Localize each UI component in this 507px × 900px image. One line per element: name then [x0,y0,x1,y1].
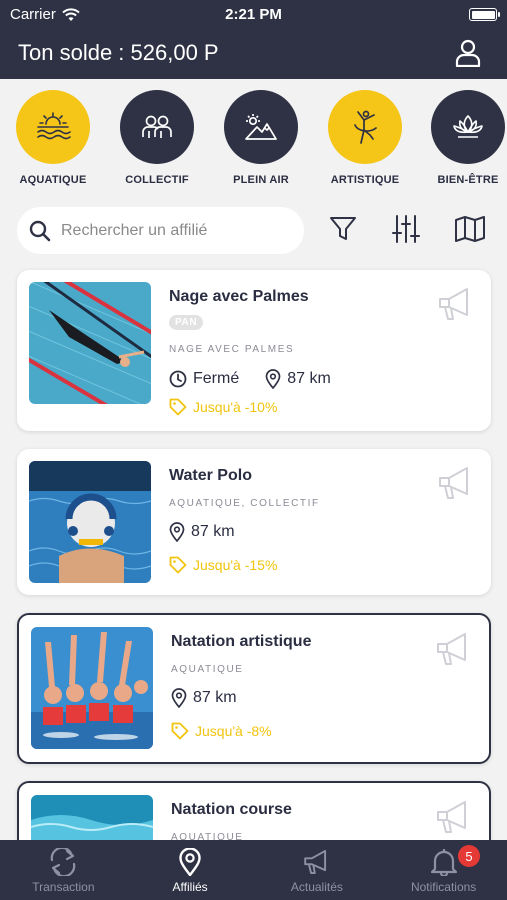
card-meta: Fermé 87 km [169,369,351,389]
card-image-water-polo [29,461,151,583]
transfer-arrows-icon [51,848,76,876]
card-category: AQUATIQUE [171,664,244,675]
profile-icon[interactable] [455,39,481,67]
megaphone-icon [304,849,326,875]
filter-icon [330,217,356,240]
card-distance: 87 km [265,369,331,389]
tag-icon [169,556,187,574]
megaphone-icon[interactable] [437,464,475,502]
card-distance: 87 km [171,688,237,708]
tab-label: Notifications [410,880,477,894]
location-pin-icon [171,688,187,708]
status-bar: Carrier 2:21 PM [0,0,507,30]
top-header: Carrier 2:21 PM Ton solde : 526,00 P [0,0,507,79]
card-promo: Jusqu'à -10% [169,398,277,416]
promo-text: Jusqu'à -15% [193,557,278,573]
category-label: PLEIN AIR [233,174,289,186]
search-input[interactable] [61,221,281,240]
category-artistique[interactable]: ARTISTIQUE [320,90,410,186]
notification-count-badge: 5 [458,845,480,867]
tab-actualites[interactable]: Actualités [254,840,381,900]
tab-affilies[interactable]: Affiliés [127,840,254,900]
tab-label: Affiliés [172,880,208,894]
sliders-button[interactable] [390,213,422,245]
tag-icon [171,722,189,740]
battery-icon [469,8,500,21]
card-title: Natation artistique [171,633,312,650]
card-distance: 87 km [169,522,235,542]
balance-title: Ton solde : 526,00 P [18,40,219,65]
affiliate-card[interactable]: Water Polo AQUATIQUE, COLLECTIF 87 km Ju… [17,449,491,595]
search-icon [29,220,51,241]
card-category: NAGE AVEC PALMES [169,344,295,355]
card-badge: PAN [169,315,204,330]
category-bien-etre[interactable]: BIEN-ÊTRE [423,90,507,186]
map-pin-icon [179,848,201,876]
tab-transaction[interactable]: Transaction [0,840,127,900]
card-hours: Fermé [169,370,239,388]
megaphone-icon[interactable] [435,630,473,668]
location-pin-icon [265,369,281,389]
category-plein-air[interactable]: PLEIN AIR [216,90,306,186]
card-category: AQUATIQUE, COLLECTIF [169,498,320,509]
card-title: Natation course [171,801,292,818]
megaphone-icon[interactable] [437,285,475,323]
distance-text: 87 km [191,523,235,540]
tab-label: Actualités [290,880,343,894]
tag-icon [169,398,187,416]
distance-text: 87 km [193,689,237,706]
people-group-icon [120,90,194,164]
tab-notifications[interactable]: Notifications [380,840,507,900]
search-bar[interactable] [17,207,304,254]
promo-text: Jusqu'à -8% [195,723,272,739]
map-icon [455,216,485,242]
category-label: ARTISTIQUE [330,174,400,186]
map-button[interactable] [454,213,486,245]
bell-icon [430,849,457,876]
sliders-icon [392,215,420,243]
card-title: Water Polo [169,467,252,484]
clock: 2:21 PM [225,6,282,23]
card-title: Nage avec Palmes [169,288,309,305]
category-label: COLLECTIF [125,174,189,186]
card-image-artistic-swimming [31,627,153,749]
location-pin-icon [169,522,185,542]
mountain-sun-icon [224,90,298,164]
hours-text: Fermé [193,370,240,387]
card-promo: Jusqu'à -8% [171,722,272,740]
affiliate-card[interactable]: Nage avec Palmes PAN NAGE AVEC PALMES Fe… [17,270,491,431]
dancer-icon [328,90,402,164]
category-label: AQUATIQUE [19,174,87,186]
affiliate-card-selected[interactable]: Natation artistique AQUATIQUE 87 km Jusq… [17,613,491,764]
sun-waves-icon [16,90,90,164]
category-collectif[interactable]: COLLECTIF [112,90,202,186]
filter-button[interactable] [327,213,359,245]
lotus-icon [431,90,505,164]
card-meta: 87 km [169,522,255,542]
clock-icon [169,370,187,388]
bottom-tab-bar: Transaction Affiliés Actualités Notifica… [0,840,507,900]
distance-text: 87 km [287,370,331,387]
category-row: AQUATIQUE COLLECTIF PLEIN AIR ARTISTIQUE… [0,90,507,190]
card-meta: 87 km [171,688,257,708]
megaphone-icon[interactable] [435,798,473,836]
card-promo: Jusqu'à -15% [169,556,277,574]
promo-text: Jusqu'à -10% [193,399,278,415]
tab-label: Transaction [32,880,95,894]
card-image-finswimming [29,282,151,404]
category-label: BIEN-ÊTRE [437,174,499,186]
category-aquatique[interactable]: AQUATIQUE [8,90,98,186]
